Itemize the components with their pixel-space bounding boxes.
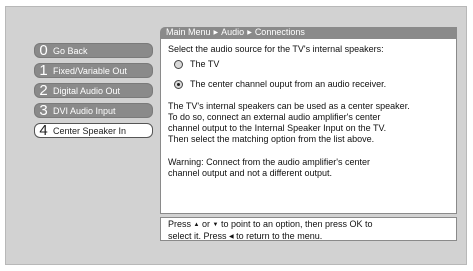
help-line-2: select it. Press ◀ to return to the menu… [168,231,323,241]
warning-line: Warning: Connect from the audio amplifie… [168,157,370,167]
digital-audio-out-button[interactable]: 2 Digital Audio Out [34,83,153,98]
nav-number: 1 [39,62,48,79]
nav-label: Fixed/Variable Out [53,65,127,76]
radio-unchecked-icon[interactable] [174,60,183,69]
help-line-1: Press ▲ or ▼ to point to an option, then… [168,219,373,229]
prompt-text: Select the audio source for the TV's int… [168,44,384,54]
go-back-button[interactable]: 0 Go Back [34,43,153,58]
option-the-tv[interactable]: The TV [174,59,219,70]
option-label: The center channel ouput from an audio r… [190,79,387,89]
option-audio-receiver[interactable]: The center channel ouput from an audio r… [174,79,386,90]
info-line: The TV's internal speakers can be used a… [168,101,410,111]
left-arrow-icon: ◀ [229,234,234,240]
center-speaker-in-button[interactable]: 4 Center Speaker In [34,123,153,138]
nav-label: Digital Audio Out [53,85,121,96]
content-panel: Select the audio source for the TV's int… [160,38,457,214]
radio-checked-icon[interactable] [174,80,183,89]
dvi-audio-input-button[interactable]: 3 DVI Audio Input [34,103,153,118]
warning-line: channel output and not a different outpu… [168,168,332,178]
option-label: The TV [190,59,220,69]
nav-number: 3 [39,102,48,119]
info-line: To do so, connect an external audio ampl… [168,112,381,122]
info-line: Then select the matching option from the… [168,134,375,144]
breadcrumb-main-menu[interactable]: Main Menu [166,27,211,37]
breadcrumb-connections: Connections [254,27,305,37]
nav-number: 4 [39,122,48,139]
breadcrumb: Main Menu ▶ Audio ▶ Connections [160,27,457,38]
breadcrumb-arrow-icon: ▶ [213,30,219,36]
nav-label: Center Speaker In [53,125,127,136]
down-arrow-icon: ▼ [212,222,219,228]
up-arrow-icon: ▲ [193,222,200,228]
nav-number: 2 [39,82,48,99]
nav-label: DVI Audio Input [53,105,116,116]
help-bar: Press ▲ or ▼ to point to an option, then… [160,217,457,241]
info-line: channel output to the Internal Speaker I… [168,123,387,133]
fixed-variable-out-button[interactable]: 1 Fixed/Variable Out [34,63,153,78]
nav-number: 0 [39,42,48,59]
nav-label: Go Back [53,45,88,56]
breadcrumb-arrow-icon: ▶ [247,30,252,36]
breadcrumb-audio[interactable]: Audio [221,27,244,37]
